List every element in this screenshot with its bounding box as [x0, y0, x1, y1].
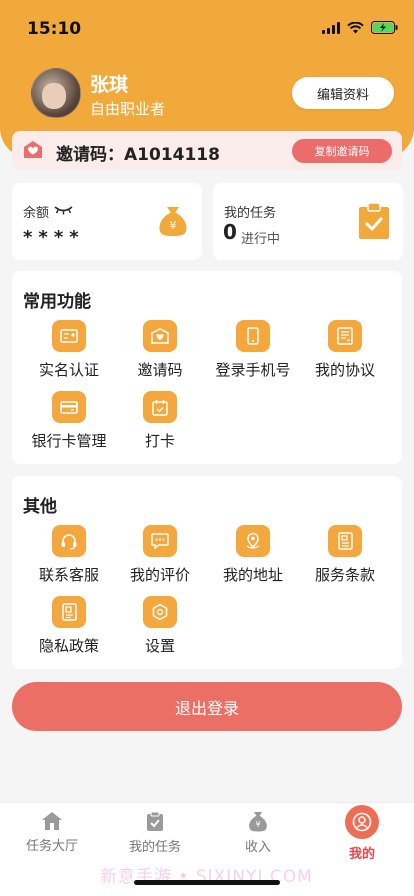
phone-icon [236, 320, 270, 352]
user-role: 自由职业者 [90, 100, 166, 118]
tab-me[interactable]: 我的 [322, 805, 402, 862]
bank-card-icon [52, 391, 86, 423]
invite-code-label: 邀请码：A1014118 [56, 145, 220, 165]
check-in-item[interactable]: 打卡 [110, 391, 210, 451]
privacy-policy-item[interactable]: 隐私政策 [19, 596, 119, 656]
agreement-icon [328, 320, 362, 352]
grid-label: 联系客服 [38, 566, 99, 584]
money-bag-icon: ¥ [159, 207, 187, 236]
tab-task-hall[interactable]: 任务大厅 [12, 811, 92, 854]
status-icons [322, 21, 398, 34]
wifi-icon [347, 21, 364, 33]
tab-income[interactable]: ¥ 收入 [218, 811, 298, 855]
money-bag-icon: ¥ [249, 812, 267, 832]
tab-label: 任务大厅 [25, 839, 78, 854]
battery-charging-icon [371, 21, 398, 34]
balance-label: 余额 [23, 206, 50, 221]
tab-label: 我的 [348, 847, 375, 862]
privacy-doc-icon [52, 596, 86, 628]
real-name-verification-item[interactable]: 实名认证 [19, 320, 119, 380]
other-functions-section: 其他 联系客服 我的评价 我的地址 服务条款 隐私政策 设置 [12, 476, 402, 669]
svg-text:¥: ¥ [255, 820, 260, 829]
grid-label: 银行卡管理 [31, 432, 107, 450]
my-address-item[interactable]: 我的地址 [203, 525, 303, 585]
common-functions-section: 常用功能 实名认证 邀请码 登录手机号 我的协议 银行卡管理 打卡 [12, 271, 402, 464]
grid-label: 我的协议 [314, 361, 375, 379]
logout-button[interactable]: 退出登录 [12, 682, 402, 731]
task-clipboard-icon [147, 811, 163, 831]
terms-of-service-item[interactable]: 服务条款 [295, 525, 395, 585]
tab-label: 我的任务 [128, 840, 181, 855]
status-time: 15:10 [27, 19, 82, 39]
grid-label: 邀请码 [137, 361, 183, 379]
grid-label: 打卡 [144, 432, 175, 450]
contact-support-item[interactable]: 联系客服 [19, 525, 119, 585]
grid-label: 我的评价 [129, 566, 190, 584]
grid-label: 实名认证 [38, 361, 99, 379]
my-reviews-item[interactable]: 我的评价 [110, 525, 210, 585]
avatar[interactable] [31, 68, 81, 118]
gear-icon [143, 596, 177, 628]
user-name: 张琪 [90, 74, 129, 96]
tab-label: 收入 [244, 840, 271, 855]
login-phone-item[interactable]: 登录手机号 [203, 320, 303, 380]
home-icon [42, 812, 62, 830]
grid-label: 我的地址 [222, 566, 283, 584]
balance-value: **** [23, 227, 85, 248]
my-agreement-item[interactable]: 我的协议 [295, 320, 395, 380]
signal-icon [322, 21, 340, 34]
calendar-check-icon [143, 391, 177, 423]
status-bar: 15:10 [0, 0, 414, 52]
my-tasks-card[interactable]: 我的任务 0 进行中 [213, 183, 403, 260]
eye-closed-icon[interactable] [54, 205, 73, 215]
document-icon [328, 525, 362, 557]
map-pin-icon [236, 525, 270, 557]
chat-bubble-icon [143, 525, 177, 557]
task-count: 0 [223, 220, 237, 244]
user-icon [345, 805, 379, 839]
grid-label: 登录手机号 [215, 361, 291, 379]
balance-card[interactable]: 余额 **** ¥ [12, 183, 202, 260]
copy-invite-code-button[interactable]: 复制邀请码 [292, 139, 392, 163]
grid-label: 服务条款 [314, 566, 375, 584]
task-clipboard-icon [359, 202, 389, 239]
headset-icon [52, 525, 86, 557]
invite-code-item[interactable]: 邀请码 [110, 320, 210, 380]
my-tasks-label: 我的任务 [224, 206, 277, 221]
edit-profile-button[interactable]: 编辑资料 [292, 77, 394, 109]
task-status: 进行中 [241, 232, 281, 247]
invite-envelope-icon [143, 320, 177, 352]
settings-item[interactable]: 设置 [110, 596, 210, 656]
invite-code-bar: 邀请码：A1014118 复制邀请码 [12, 131, 402, 170]
grid-label: 设置 [144, 637, 175, 655]
svg-text:¥: ¥ [170, 219, 177, 232]
id-card-icon [52, 320, 86, 352]
invite-envelope-icon [24, 141, 42, 158]
tab-my-tasks[interactable]: 我的任务 [115, 811, 195, 855]
common-functions-title: 常用功能 [23, 292, 91, 312]
home-indicator [134, 880, 280, 885]
bank-card-management-item[interactable]: 银行卡管理 [19, 391, 119, 451]
grid-label: 隐私政策 [38, 637, 99, 655]
other-functions-title: 其他 [23, 497, 57, 517]
